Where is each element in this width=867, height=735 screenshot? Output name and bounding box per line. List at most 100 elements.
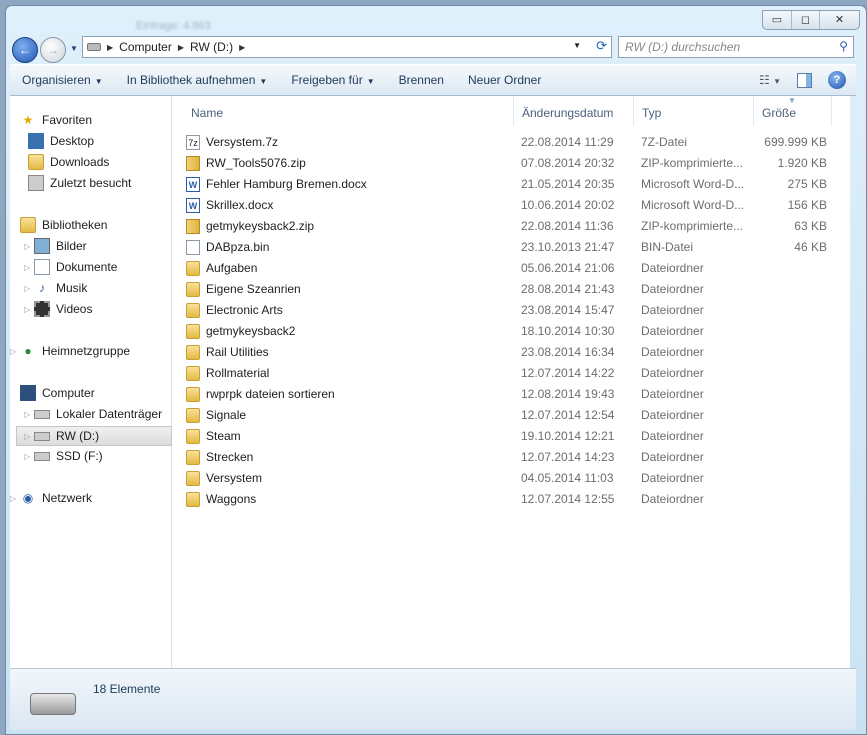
file-date: 19.10.2014 12:21 [521, 429, 615, 443]
nav-favorites[interactable]: ★ Favoriten [10, 110, 170, 130]
nav-label: Netzwerk [42, 491, 93, 505]
organize-button[interactable]: Organisieren ▼ [10, 73, 115, 87]
file-type: Dateiordner [641, 303, 704, 317]
expand-icon[interactable]: ▷ [24, 284, 34, 293]
file-row[interactable]: Waggons 12.07.2014 12:55 Dateiordner [186, 489, 836, 509]
back-button[interactable]: ← [12, 37, 38, 63]
chevron-right-icon[interactable]: ▶ [178, 43, 184, 52]
nav-pictures[interactable]: ▷ Bilder [10, 236, 170, 256]
file-list: Name Änderungsdatum Typ Größe ▼ 7z Versy… [172, 96, 850, 668]
file-row[interactable]: rwprpk dateien sortieren 12.08.2014 19:4… [186, 384, 836, 404]
expand-icon[interactable]: ▷ [24, 432, 34, 441]
file-type: Dateiordner [641, 345, 704, 359]
folder-icon [186, 323, 200, 339]
nav-label: Bibliotheken [42, 218, 108, 232]
minimize-button[interactable]: ▭ [763, 11, 791, 29]
file-date: 07.08.2014 20:32 [521, 156, 615, 170]
nav-videos[interactable]: ▷ Videos [10, 299, 170, 319]
file-row[interactable]: RW_Tools5076.zip 07.08.2014 20:32 ZIP-ko… [186, 153, 836, 173]
file-row[interactable]: DABpza.bin 23.10.2013 21:47 BIN-Datei 46… [186, 237, 836, 257]
expand-icon[interactable]: ▷ [24, 452, 34, 461]
file-row[interactable]: getmykeysback2.zip 22.08.2014 11:36 ZIP-… [186, 216, 836, 236]
nav-recent[interactable]: Zuletzt besucht [10, 173, 170, 193]
expand-icon[interactable]: ▷ [10, 494, 20, 503]
file-date: 04.05.2014 11:03 [521, 471, 614, 485]
recent-pages-dropdown[interactable]: ▼ [70, 44, 78, 53]
breadcrumb-computer[interactable]: Computer [119, 40, 172, 54]
expand-icon[interactable]: ▷ [24, 410, 34, 419]
hard-drive-icon [34, 451, 50, 461]
hard-drive-icon [34, 431, 50, 441]
address-bar[interactable]: ▶ Computer ▶ RW (D:) ▶ ▼ ⟳ [82, 36, 612, 58]
chevron-right-icon[interactable]: ▶ [239, 43, 245, 52]
file-row[interactable]: 7z Versystem.7z 22.08.2014 11:29 7Z-Date… [186, 132, 836, 152]
network-icon: ◉ [22, 491, 34, 505]
file-row[interactable]: Rollmaterial 12.07.2014 14:22 Dateiordne… [186, 363, 836, 383]
file-row[interactable]: Rail Utilities 23.08.2014 16:34 Dateiord… [186, 342, 836, 362]
maximize-button[interactable]: ◻ [791, 11, 819, 29]
column-header-name[interactable]: Name [172, 96, 514, 126]
close-button[interactable]: ✕ [819, 11, 859, 29]
nav-desktop[interactable]: Desktop [10, 131, 170, 151]
search-input[interactable]: RW (D:) durchsuchen ⚲ [618, 36, 854, 58]
column-header-date[interactable]: Änderungsdatum [514, 96, 634, 126]
file-row[interactable]: W Fehler Hamburg Bremen.docx 21.05.2014 … [186, 174, 836, 194]
nav-libraries[interactable]: Bibliotheken [10, 215, 170, 235]
file-row[interactable]: Eigene Szeanrien 28.08.2014 21:43 Dateio… [186, 279, 836, 299]
file-date: 18.10.2014 10:30 [521, 324, 615, 338]
file-type: Dateiordner [641, 450, 704, 464]
folder-icon [186, 260, 200, 276]
expand-icon[interactable]: ▷ [24, 242, 34, 251]
library-button[interactable]: In Bibliothek aufnehmen ▼ [115, 73, 280, 87]
expand-icon[interactable]: ▷ [24, 305, 34, 314]
nav-ssd-drive[interactable]: ▷ SSD (F:) [10, 446, 170, 466]
nav-network[interactable]: ▷ ◉ Netzwerk [10, 488, 170, 508]
file-row[interactable]: W Skrillex.docx 10.06.2014 20:02 Microso… [186, 195, 836, 215]
share-button[interactable]: Freigeben für ▼ [279, 73, 386, 87]
file-name: Electronic Arts [206, 303, 283, 317]
file-type: Dateiordner [641, 429, 704, 443]
nav-label: SSD (F:) [56, 449, 103, 463]
preview-pane-icon[interactable] [797, 72, 812, 88]
chevron-right-icon[interactable]: ▶ [107, 43, 113, 52]
file-date: 23.10.2013 21:47 [521, 240, 615, 254]
column-header-type[interactable]: Typ [634, 96, 754, 126]
view-options-icon[interactable]: ☷ ▼ [759, 73, 781, 87]
file-date: 23.08.2014 16:34 [521, 345, 615, 359]
file-type: Dateiordner [641, 282, 704, 296]
help-icon[interactable]: ? [828, 71, 846, 89]
nav-music[interactable]: ▷ ♪ Musik [10, 278, 170, 298]
address-dropdown-icon[interactable]: ▼ [573, 41, 581, 50]
expand-icon[interactable]: ▷ [24, 263, 34, 272]
nav-rw-drive[interactable]: ▷ RW (D:) [16, 426, 172, 446]
file-row[interactable]: Signale 12.07.2014 12:54 Dateiordner [186, 405, 836, 425]
file-row[interactable]: getmykeysback2 18.10.2014 10:30 Dateiord… [186, 321, 836, 341]
nav-computer[interactable]: Computer [10, 383, 170, 403]
forward-button[interactable]: → [40, 37, 66, 63]
new-folder-button[interactable]: Neuer Ordner [456, 73, 553, 87]
file-name: Strecken [206, 450, 254, 464]
breadcrumb-rw[interactable]: RW (D:) [190, 40, 233, 54]
file-icon: W [186, 197, 200, 213]
item-count: 18 Elemente [93, 682, 161, 696]
refresh-icon[interactable]: ⟳ [596, 38, 607, 54]
search-icon[interactable]: ⚲ [839, 39, 848, 53]
file-name: Versystem [206, 471, 263, 485]
file-row[interactable]: Aufgaben 05.06.2014 21:06 Dateiordner [186, 258, 836, 278]
folder-icon [186, 386, 200, 402]
file-name: getmykeysback2.zip [206, 219, 315, 233]
nav-local-disk[interactable]: ▷ Lokaler Datenträger [10, 404, 170, 424]
nav-documents[interactable]: ▷ Dokumente [10, 257, 170, 277]
nav-downloads[interactable]: Downloads [10, 152, 170, 172]
nav-homegroup[interactable]: ▷ ● Heimnetzgruppe [10, 341, 170, 361]
file-row[interactable]: Electronic Arts 23.08.2014 15:47 Dateior… [186, 300, 836, 320]
folder-icon [186, 428, 200, 444]
library-label: In Bibliothek aufnehmen [126, 73, 256, 87]
file-row[interactable]: Strecken 12.07.2014 14:23 Dateiordner [186, 447, 836, 467]
file-row[interactable]: Versystem 04.05.2014 11:03 Dateiordner [186, 468, 836, 488]
expand-icon[interactable]: ▷ [10, 347, 20, 356]
file-row[interactable]: Steam 19.10.2014 12:21 Dateiordner [186, 426, 836, 446]
file-name: Rail Utilities [206, 345, 269, 359]
burn-button[interactable]: Brennen [387, 73, 456, 87]
computer-icon [20, 385, 36, 401]
